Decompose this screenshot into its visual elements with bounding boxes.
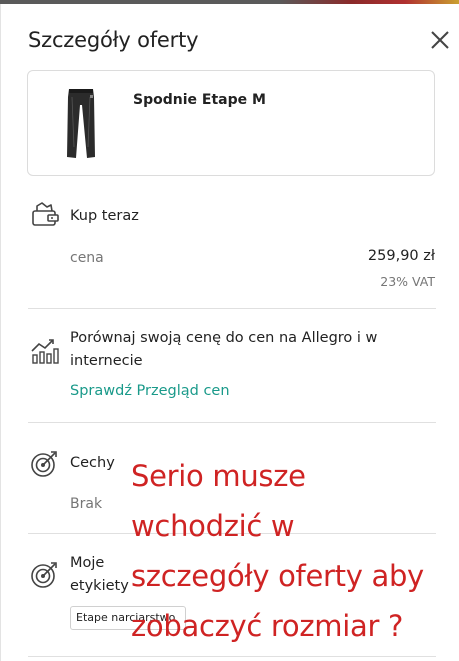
background-accent bbox=[279, 0, 459, 4]
chart-trend-icon bbox=[31, 339, 59, 364]
labels-title-line2: etykiety bbox=[70, 578, 129, 594]
vat-label: 23% VAT bbox=[380, 274, 435, 289]
annotation-line: wchodzić w bbox=[131, 509, 295, 543]
close-button[interactable] bbox=[426, 26, 454, 54]
product-name[interactable]: Spodnie Etape M bbox=[133, 92, 266, 108]
features-title: Cechy bbox=[70, 455, 115, 471]
annotation-line: zobaczyć rozmiar ? bbox=[131, 609, 404, 643]
close-icon bbox=[431, 31, 449, 49]
labels-title-line1: Moje bbox=[70, 555, 105, 571]
buy-now-title: Kup teraz bbox=[70, 208, 139, 224]
product-card[interactable]: Spodnie Etape M bbox=[27, 70, 435, 176]
divider bbox=[28, 656, 436, 657]
panel-left-border bbox=[0, 4, 1, 661]
target-icon bbox=[31, 451, 57, 477]
features-value: Brak bbox=[70, 496, 103, 512]
divider bbox=[28, 308, 436, 309]
price-value: 259,90 zł bbox=[367, 248, 435, 264]
target-icon bbox=[31, 562, 57, 588]
compare-text-line2: internecie bbox=[70, 353, 143, 369]
annotation-overlay: Serio musze wchodzić w szczegóły oferty … bbox=[131, 451, 424, 651]
price-label: cena bbox=[70, 250, 104, 266]
wallet-icon bbox=[32, 202, 59, 226]
divider bbox=[28, 422, 436, 423]
top-strip bbox=[0, 0, 459, 4]
compare-text-line1: Porównaj swoją cenę do cen na Allegro i … bbox=[70, 330, 378, 346]
price-overview-link[interactable]: Sprawdź Przegląd cen bbox=[70, 383, 230, 399]
annotation-line: Serio musze bbox=[131, 459, 306, 493]
pants-thumbnail bbox=[67, 89, 95, 158]
annotation-line: szczegóły oferty aby bbox=[131, 559, 424, 593]
panel-title: Szczegóły oferty bbox=[28, 28, 199, 52]
